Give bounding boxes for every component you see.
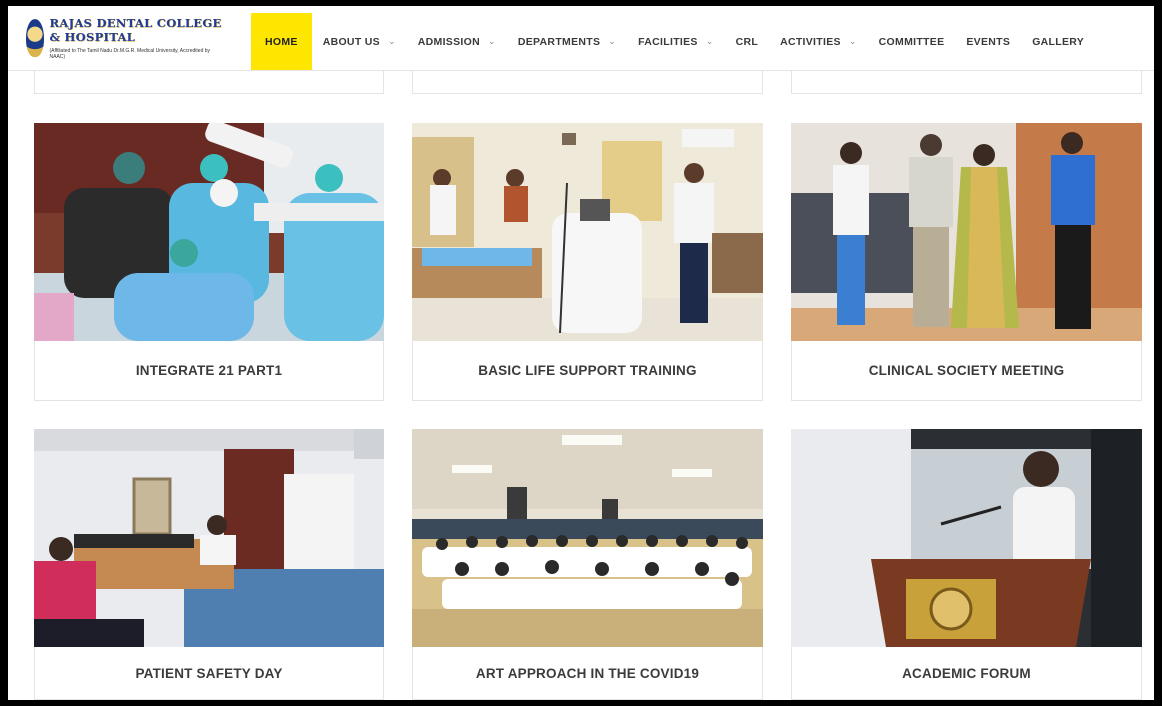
main-nav: HOME ABOUT US ⌄ ADMISSION ⌄ DEPARTMENTS ⌄ F… <box>251 13 1095 70</box>
event-card[interactable]: ART APPROACH IN THE COVID19 <box>412 429 763 700</box>
event-card[interactable]: PATIENT SAFETY DAY <box>34 429 384 700</box>
nav-facilities[interactable]: FACILITIES ⌄ <box>627 13 724 70</box>
event-title[interactable]: PATIENT SAFETY DAY <box>35 647 383 699</box>
nav-about-us[interactable]: ABOUT US ⌄ <box>312 13 407 70</box>
event-photo-academic-forum[interactable] <box>791 429 1142 647</box>
event-card-partial <box>412 70 763 94</box>
chevron-down-icon: ⌄ <box>488 36 496 46</box>
event-title[interactable]: BASIC LIFE SUPPORT TRAINING <box>413 341 762 400</box>
event-photo-dental-clinic[interactable] <box>34 123 384 341</box>
event-title[interactable]: ART APPROACH IN THE COVID19 <box>413 647 762 699</box>
site-header: RAJAS DENTAL COLLEGE & HOSPITAL (Affilia… <box>8 6 1154 71</box>
event-card[interactable]: BASIC LIFE SUPPORT TRAINING <box>412 123 763 401</box>
college-seal-icon <box>26 19 44 57</box>
event-photo-clinical-society[interactable] <box>791 123 1142 341</box>
nav-events[interactable]: EVENTS <box>955 13 1021 70</box>
event-title[interactable]: CLINICAL SOCIETY MEETING <box>792 341 1141 400</box>
event-card[interactable]: INTEGRATE 21 PART1 <box>34 123 384 401</box>
chevron-down-icon: ⌄ <box>848 36 857 46</box>
chevron-down-icon: ⌄ <box>387 36 396 46</box>
event-card[interactable]: CLINICAL SOCIETY MEETING <box>791 123 1142 401</box>
logo-name: RAJAS DENTAL COLLEGE & HOSPITAL <box>49 16 222 44</box>
browser-page: RAJAS DENTAL COLLEGE & HOSPITAL (Affilia… <box>8 6 1154 700</box>
event-card[interactable]: ACADEMIC FORUM <box>791 429 1142 700</box>
nav-gallery[interactable]: GALLERY <box>1021 13 1095 70</box>
site-logo[interactable]: RAJAS DENTAL COLLEGE & HOSPITAL (Affilia… <box>26 14 226 62</box>
nav-activities[interactable]: ACTIVITIES ⌄ <box>769 13 868 70</box>
event-title[interactable]: INTEGRATE 21 PART1 <box>35 341 383 400</box>
nav-committee[interactable]: COMMITTEE <box>868 13 956 70</box>
event-title[interactable]: ACADEMIC FORUM <box>792 647 1141 699</box>
chevron-down-icon: ⌄ <box>705 36 714 46</box>
event-photo-patient-safety[interactable] <box>34 429 384 647</box>
logo-subtitle: (Affiliated to The Tamil Nadu Dr.M.G.R. … <box>49 48 211 60</box>
event-photo-art-approach[interactable] <box>412 429 763 647</box>
nav-crl[interactable]: CRL <box>725 13 769 70</box>
event-photo-bls-training[interactable] <box>412 123 763 341</box>
nav-home[interactable]: HOME <box>251 13 312 70</box>
nav-admission[interactable]: ADMISSION ⌄ <box>407 13 507 70</box>
event-card-partial <box>791 70 1142 94</box>
event-card-partial <box>34 70 384 94</box>
nav-departments[interactable]: DEPARTMENTS ⌄ <box>507 13 627 70</box>
chevron-down-icon: ⌄ <box>608 36 617 46</box>
